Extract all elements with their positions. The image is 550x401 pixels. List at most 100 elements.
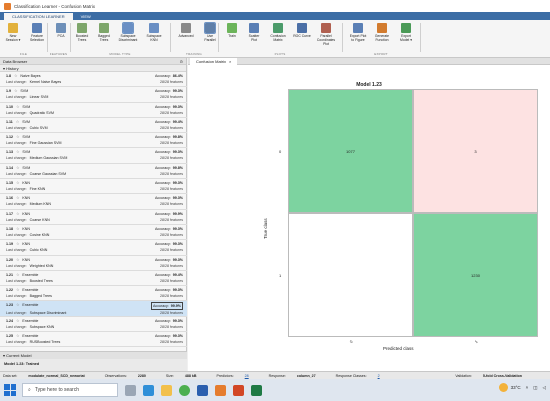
last-change-value: Quadratic SVM [29,110,54,115]
history-item-1-20[interactable]: 1.20 ☆ KNN Accuracy: 99.3% Last change: Weight… [0,256,187,271]
window-title: Classification Learner - Confusion Matri… [14,3,96,9]
matrix-cell-0-0: 1077 [288,89,413,213]
export-plot-button[interactable]: Export Plot to Figure [348,23,368,49]
matlab-icon[interactable] [215,384,226,396]
last-change: Last change: Kernel Naive Bayes [6,79,61,85]
network-icon[interactable]: ◫ [533,385,537,391]
history-item-1-13[interactable]: 1.13 ☆ SVM Accuracy: 99.3% Last change: Medium… [0,148,187,164]
matrix-cell-value: 3 [474,148,477,154]
roc-curve-button[interactable]: ROC Curve [292,23,312,49]
history-section-header[interactable]: ▾ History [0,65,186,72]
generate-function-button[interactable]: Generate Function [372,23,392,49]
weather-temp: 33°C [510,385,521,390]
weather-widget[interactable]: 33°C [498,383,521,392]
history-item-1-19[interactable]: 1.19 ☆ KNN Accuracy: 99.3% Last change: Cubic … [0,240,187,256]
last-change: Last change: Medium Gaussian SVM [6,155,67,161]
advanced-button[interactable]: Advanced [176,23,196,49]
tab-confusion-matrix[interactable]: Confusion Matrix × [190,58,238,65]
close-icon[interactable]: × [229,59,231,64]
boosted-trees-icon [77,23,87,33]
parallel-icon [204,22,216,34]
train-button[interactable]: Train [222,23,242,49]
matrix-cell-1-1: 1230 [413,213,538,337]
history-item-1-12[interactable]: 1.12 ☆ SVM Accuracy: 99.8% Last change: Fine G… [0,133,187,149]
last-change: Last change: Linear SVM [6,94,48,100]
export-model-button[interactable]: Export Model ▾ [396,23,416,49]
history-item-1-8[interactable]: 1.8 ☆ Naive Bayes Accuracy: 86.4% Last change… [0,72,187,88]
task-view-icon[interactable] [125,384,136,396]
ribbon-section-label: PLOTS [274,52,286,56]
subspace-discriminant-button[interactable]: Subspace Discriminant [118,22,138,49]
use-parallel-label: Use Parallel [204,34,216,42]
current-model-value: Model 1.23: Trained [4,362,40,366]
parallel-coordinates-label: Parallel Coordinates Plot [316,34,336,46]
predictors-value[interactable]: 28 [245,374,249,378]
current-model-header[interactable]: ▾ Current Model [0,352,187,359]
history-item-row: Last change: Boosted Trees 28/28 features [6,278,183,284]
history-item-1-18[interactable]: 1.18 ☆ KNN Accuracy: 99.3% Last change: Cosine… [0,225,187,241]
last-change-label: Last change: [6,278,27,283]
history-item-1-23[interactable]: 1.23 ☆ Ensemble Accuracy: 99.9% Last change: S… [0,301,187,317]
data-browser-panel: Data Browser ⊙ ▾ History 1.8 ☆ Naive Bayes… [0,58,187,371]
star-icon[interactable]: ☆ [16,302,19,310]
response-classes-value[interactable]: 2 [378,374,380,378]
use-parallel-button[interactable]: Use Parallel [200,22,220,49]
pca-button[interactable]: PCA [51,23,71,49]
subspace-knn-button[interactable]: Subspace KNN [144,23,164,49]
scatter-plot-button[interactable]: Scatter Plot [244,23,264,49]
new-session-button[interactable]: New Session ▾ [3,23,23,49]
history-item-1-21[interactable]: 1.21 ☆ Ensemble Accuracy: 99.4% Last change: B… [0,271,187,287]
chevron-up-icon[interactable]: ˄ [526,385,529,390]
parallel-coordinates-button[interactable]: Parallel Coordinates Plot [316,23,336,49]
features-count: 28/28 features [160,95,183,100]
history-item-row: Last change: Cosine KNN 28/28 features [6,232,183,238]
features-count: 28/28 features [160,278,183,283]
feature-selection-button[interactable]: Feature Selection [27,23,47,49]
word-icon[interactable] [197,384,208,396]
history-item-1-17[interactable]: 1.17 ☆ KNN Accuracy: 99.9% Last change: Coarse… [0,210,187,225]
x-tick-label: 1 [473,338,479,345]
ribbon-section-label: TRAINING [186,52,202,56]
model-id: 1.23 [6,303,13,308]
bagged-trees-button[interactable]: Bagged Trees [94,23,114,49]
last-change-value: Subspace KNN [29,324,55,329]
tab-classification-learner[interactable]: CLASSIFICATION LEARNER [4,13,73,20]
confusion-matrix-button[interactable]: Confusion Matrix [268,23,288,49]
ribbon-section-divider [218,23,219,52]
ribbon-section-divider [170,23,171,52]
last-change-label: Last change: [6,324,27,329]
file-explorer-icon[interactable] [161,384,172,396]
tab-view[interactable]: VIEW [73,13,99,20]
validation-label: Validation: [455,373,472,378]
windows-start-icon[interactable] [4,384,16,396]
scatter-plot-icon [249,23,259,33]
data-browser-header: Data Browser ⊙ [0,58,186,65]
taskbar-search-input[interactable]: ⌕ Type here to search [22,383,118,397]
history-item-1-24[interactable]: 1.24 ☆ Ensemble Accuracy: 99.3% Last change: S… [0,317,187,333]
system-tray: 33°C ˄ ◫ ◁ [487,383,546,392]
boosted-trees-button[interactable]: Boosted Trees [72,23,92,49]
history-item-1-14[interactable]: 1.14 ☆ SVM Accuracy: 99.8% Last change: Coarse… [0,164,187,180]
history-item-1-9[interactable]: 1.9 ☆ SVM Accuracy: 99.3% Last change: Linear … [0,87,187,103]
history-item-1-25[interactable]: 1.25 ☆ Ensemble Accuracy: 99.3% Last change: R… [0,332,187,348]
classification-learner-window: Classification Learner - Confusion Matri… [0,0,550,401]
powerpoint-icon[interactable] [233,384,244,396]
observations-value: 2280 [137,373,146,378]
chrome-icon[interactable] [179,384,190,396]
history-item-1-16[interactable]: 1.16 ☆ KNN Accuracy: 99.3% Last change: Medium… [0,194,187,210]
history-item-1-15[interactable]: 1.15 ☆ KNN Accuracy: 99.3% Last change: Fine K… [0,179,187,195]
matrix-cell-0-1: 3 [413,89,538,213]
history-item-1-22[interactable]: 1.22 ☆ Ensemble Accuracy: 99.3% Last change: B… [0,286,187,302]
excel-icon[interactable] [251,384,262,396]
subspace-knn-icon [149,23,159,33]
panel-options-icon[interactable]: ⊙ [180,59,183,64]
history-item-1-11[interactable]: 1.11 ☆ SVM Accuracy: 99.4% Last change: Cubic … [0,118,187,134]
last-change-value: Coarse Gaussian SVM [29,171,67,176]
last-change-label: Last change: [6,80,27,84]
last-change-label: Last change: [6,110,27,115]
edge-icon[interactable] [143,384,154,396]
history-item-row: Last change: Kernel Naive Bayes 28/28 feat… [6,79,183,85]
last-change-label: Last change: [6,202,27,207]
history-item-1-10[interactable]: 1.10 ☆ SVM Accuracy: 99.3% Last change: Quadra… [0,103,187,118]
volume-icon[interactable]: ◁ [543,385,546,391]
